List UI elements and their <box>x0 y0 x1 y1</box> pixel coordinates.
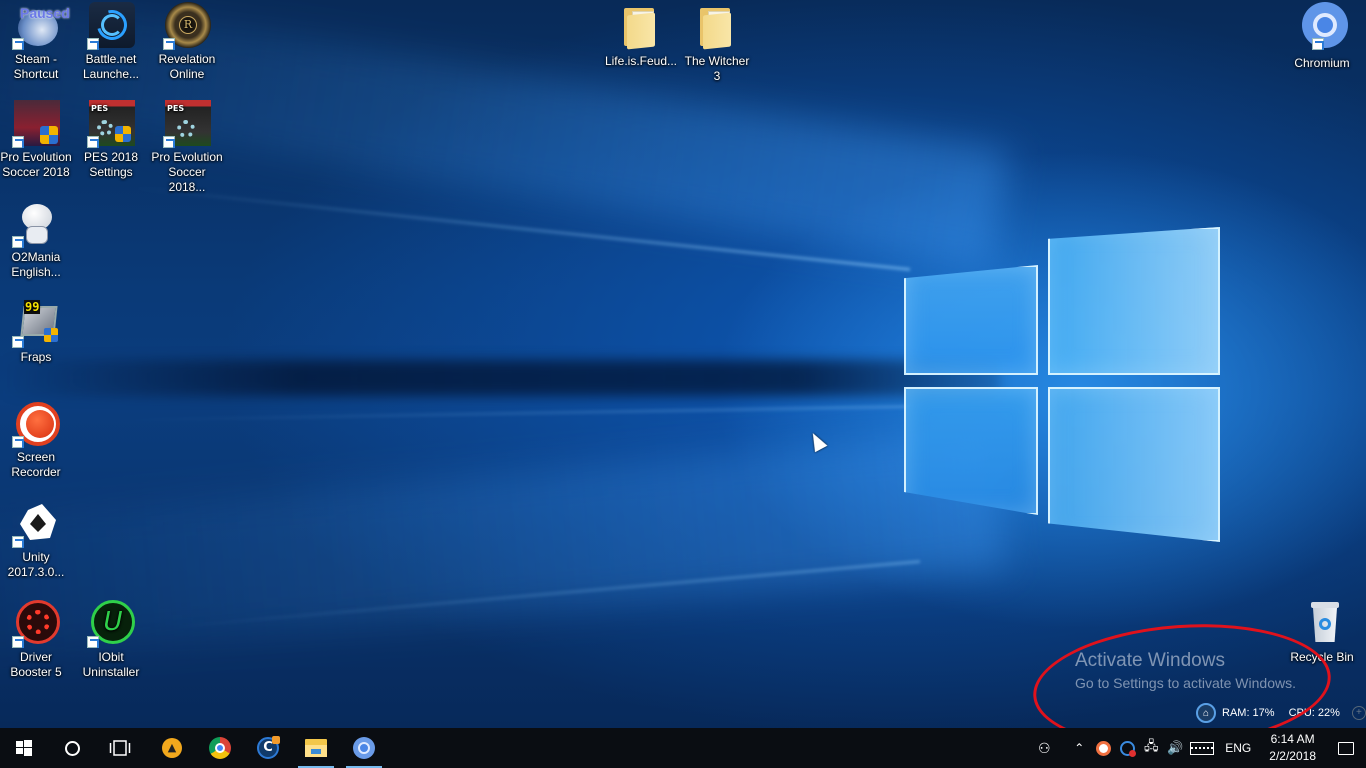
desktop-icon-o2mania[interactable]: O2Mania English... <box>0 200 74 280</box>
chrome-icon <box>209 737 231 759</box>
shortcut-arrow-icon <box>87 636 99 648</box>
revelation-icon: R <box>163 2 211 50</box>
pes-icon <box>12 100 60 148</box>
language-indicator[interactable]: ENG <box>1217 728 1259 768</box>
desktop-icon-pes2018-2[interactable]: PES Pro Evolution Soccer 2018... <box>149 100 225 195</box>
taskbar-app-ccleaner[interactable]: C <box>244 728 292 768</box>
desktop-folder-life-is-feudal[interactable]: Life.is.Feud... <box>603 2 679 69</box>
notification-icon <box>1338 741 1354 755</box>
steam-icon: Paused <box>12 2 70 50</box>
fraps-icon: 99 <box>12 300 60 348</box>
people-icon: ⚇ <box>1037 739 1051 756</box>
shortcut-arrow-icon <box>12 336 24 348</box>
start-button[interactable] <box>0 728 48 768</box>
tray-iobit[interactable] <box>1115 728 1139 768</box>
recycle-bin-icon <box>1298 600 1346 648</box>
shortcut-arrow-icon <box>12 136 24 148</box>
shortcut-arrow-icon <box>12 536 24 548</box>
taskbar: ▲ C ⚇ ⌃ 🖧 🔊 ENG 6:14 AM 2/2/2018 <box>0 728 1366 768</box>
taskbar-app-aimp[interactable]: ▲ <box>148 728 196 768</box>
light-beam-line <box>110 405 911 422</box>
desktop-folder-the-witcher-3[interactable]: The Witcher 3 <box>679 2 755 84</box>
system-tray: ⚇ ⌃ 🖧 🔊 ENG 6:14 AM 2/2/2018 <box>1027 728 1366 768</box>
logo-pane <box>904 265 1038 375</box>
volume-button[interactable]: 🔊 <box>1163 728 1187 768</box>
record-icon <box>1095 740 1111 756</box>
windows-start-icon <box>16 740 32 756</box>
keyboard-icon <box>1190 741 1215 755</box>
iobit-uninstaller-icon: U <box>87 600 135 648</box>
desktop-icon-battlenet[interactable]: Battle.net Launche... <box>73 2 149 82</box>
shortcut-arrow-icon <box>12 38 24 50</box>
cortana-search-icon <box>64 740 80 756</box>
pes-settings-icon: PES <box>163 100 211 148</box>
logo-pane <box>1048 227 1220 375</box>
logo-pane <box>904 387 1038 515</box>
desktop-icon-driver-booster[interactable]: Driver Booster 5 <box>0 600 74 680</box>
shadow-band <box>0 360 1000 396</box>
chevron-up-icon: ⌃ <box>1074 741 1085 755</box>
ccleaner-icon: C <box>257 736 280 759</box>
desktop-icon-fraps[interactable]: 99 Fraps <box>0 300 74 365</box>
network-icon: 🖧 <box>1144 738 1159 753</box>
show-hidden-icons-button[interactable]: ⌃ <box>1067 728 1091 768</box>
record-icon <box>12 400 60 448</box>
iobit-tray-icon <box>1119 740 1136 757</box>
action-center-button[interactable] <box>1326 728 1366 768</box>
aimp-icon: ▲ <box>162 738 182 758</box>
touch-keyboard-button[interactable] <box>1187 728 1217 768</box>
desktop-icon-iobit-uninstaller[interactable]: U IObit Uninstaller <box>73 600 149 680</box>
chromium-icon <box>353 737 375 759</box>
folder-icon <box>624 6 658 50</box>
taskbar-app-chrome[interactable] <box>196 728 244 768</box>
clock-date: 2/2/2018 <box>1269 749 1316 763</box>
pes-settings-icon: PES <box>87 100 135 148</box>
shortcut-arrow-icon <box>1312 38 1324 50</box>
shortcut-arrow-icon <box>12 636 24 648</box>
shortcut-arrow-icon <box>163 38 175 50</box>
taskbar-app-chromium[interactable] <box>340 728 388 768</box>
desktop-icon-steam[interactable]: Paused Steam - Shortcut <box>0 2 74 82</box>
desktop-icon-screen-recorder[interactable]: Screen Recorder <box>0 400 74 480</box>
network-button[interactable]: 🖧 <box>1139 728 1163 768</box>
battlenet-icon <box>87 2 135 50</box>
desktop-icon-unity[interactable]: Unity 2017.3.0... <box>0 500 74 580</box>
volume-icon: 🔊 <box>1167 740 1184 755</box>
unity-icon <box>12 500 60 548</box>
desktop-icon-chromium[interactable]: Chromium <box>1284 2 1360 71</box>
shortcut-arrow-icon <box>12 436 24 448</box>
chromium-icon <box>1298 2 1348 50</box>
clock[interactable]: 6:14 AM 2/2/2018 <box>1259 731 1326 765</box>
shortcut-arrow-icon <box>87 38 99 50</box>
desktop-icon-revelation[interactable]: R Revelation Online <box>149 2 225 82</box>
desktop-icon-pes2018-settings[interactable]: PES PES 2018 Settings <box>73 100 149 180</box>
taskbar-app-file-explorer[interactable] <box>292 728 340 768</box>
logo-pane <box>1048 387 1220 542</box>
driver-booster-icon <box>12 600 60 648</box>
desktop-icon-pes2018[interactable]: Pro Evolution Soccer 2018 <box>0 100 74 180</box>
shortcut-arrow-icon <box>87 136 99 148</box>
shortcut-arrow-icon <box>163 136 175 148</box>
light-beam <box>0 430 1007 666</box>
clock-time: 6:14 AM <box>1270 732 1315 746</box>
shortcut-arrow-icon <box>12 236 24 248</box>
people-button[interactable]: ⚇ <box>1027 728 1061 768</box>
o2mania-icon <box>12 200 60 248</box>
windows-logo-wallpaper <box>900 225 1225 545</box>
paused-badge: Paused <box>20 5 70 21</box>
expand-icon[interactable]: + <box>1351 706 1366 720</box>
task-view-icon <box>109 740 131 756</box>
tray-screen-recorder[interactable] <box>1091 728 1115 768</box>
folder-icon <box>700 6 734 50</box>
cortana-button[interactable] <box>48 728 96 768</box>
file-explorer-icon <box>305 739 327 757</box>
task-view-button[interactable] <box>96 728 144 768</box>
fraps-counter: 99 <box>24 300 41 314</box>
